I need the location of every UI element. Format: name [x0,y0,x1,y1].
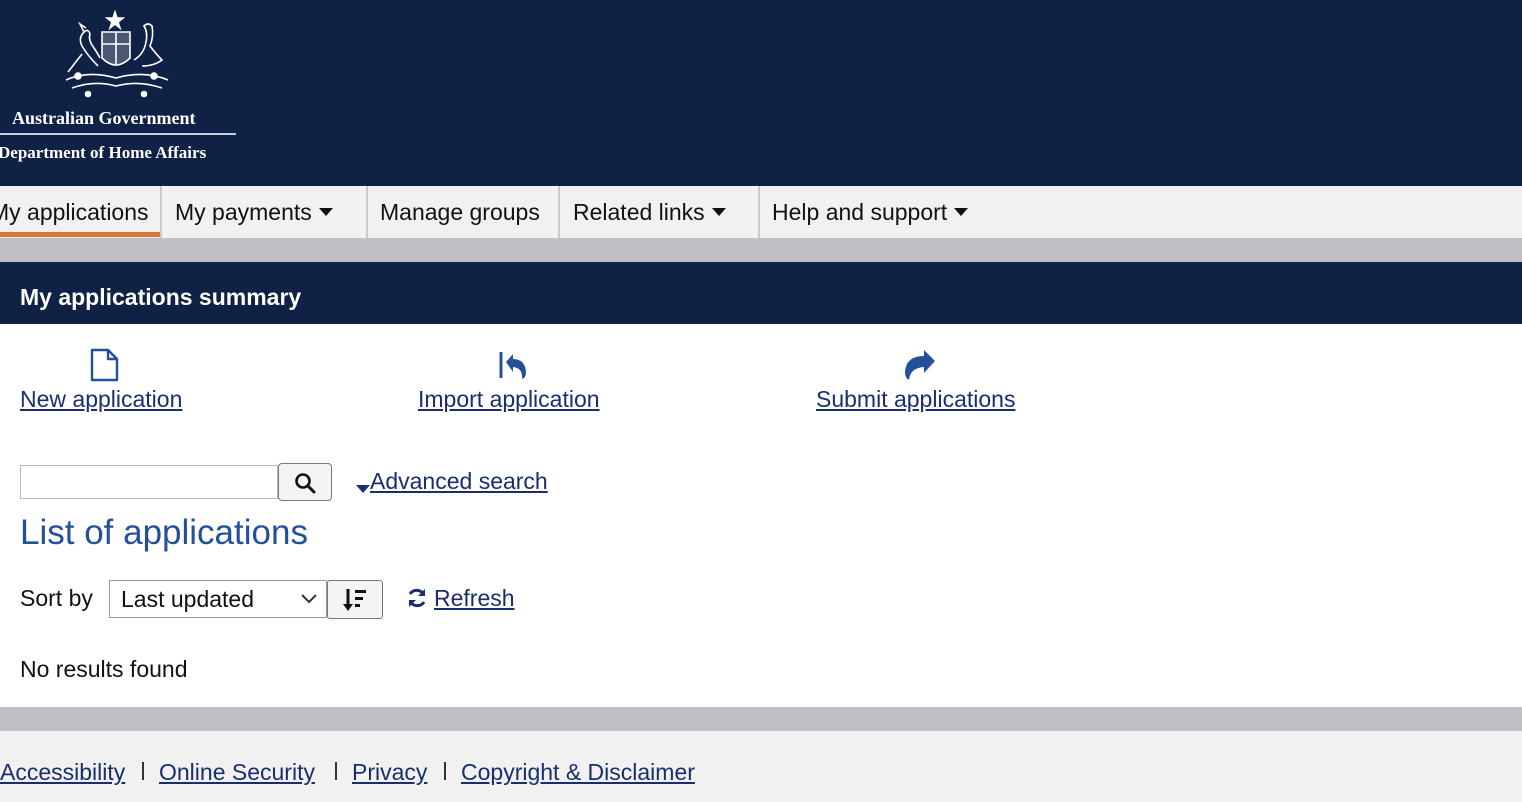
footer-divider [335,762,337,780]
caret-down-icon[interactable] [356,485,370,493]
caret-down-icon [711,208,726,217]
sort-select[interactable]: Last updated [109,580,327,618]
search-icon [295,473,316,494]
coat-of-arms-icon [65,10,169,98]
advanced-search-link[interactable]: Advanced search [370,468,548,495]
summary-title: My applications summary [20,284,302,310]
new-document-icon[interactable] [89,348,121,382]
nav-item-label: Related links [573,199,705,225]
nav-item-related-links[interactable]: Related links [560,186,758,238]
submit-applications-link[interactable]: Submit applications [816,386,1015,413]
nav-item-my-payments[interactable]: My payments [162,186,366,238]
sort-order-button[interactable] [327,580,383,619]
chevron-down-icon [301,594,317,604]
footer-link-privacy[interactable]: Privacy [352,759,427,786]
nav-item-my-applications[interactable]: My applications [0,186,160,238]
list-title: List of applications [20,513,308,552]
search-input[interactable] [20,465,278,499]
site-header: Australian Government Department of Home… [0,0,1522,186]
department-name: Department of Home Affairs [0,143,207,162]
main-nav: My applications My payments Manage group… [0,186,1522,238]
sort-select-value: Last updated [121,586,255,612]
refresh-icon[interactable] [406,587,428,609]
footer-link-online-security[interactable]: Online Security [159,759,315,786]
nav-item-label: Help and support [772,199,948,225]
sort-label: Sort by [20,585,93,611]
footer-separator-band [0,707,1522,731]
government-name: Australian Government [12,108,196,128]
footer-link-copyright-disclaimer[interactable]: Copyright & Disclaimer [461,759,695,786]
nav-item-label: My applications [0,199,149,225]
footer-divider [142,762,144,780]
import-arrow-icon[interactable] [496,348,528,382]
search-button[interactable] [278,463,332,501]
submit-arrow-icon[interactable] [903,348,935,382]
refresh-link[interactable]: Refresh [434,585,515,612]
nav-item-label: Manage groups [380,199,540,225]
nav-item-label: My payments [175,199,312,225]
nav-item-manage-groups[interactable]: Manage groups [368,186,558,238]
nav-separator-band [0,238,1522,262]
empty-state-message: No results found [20,656,188,682]
import-application-link[interactable]: Import application [418,386,600,413]
nav-active-indicator [0,232,160,237]
footer-link-accessibility[interactable]: Accessibility [0,759,125,786]
nav-item-help-and-support[interactable]: Help and support [760,186,1000,238]
new-application-link[interactable]: New application [20,386,182,413]
logo-divider [0,133,236,135]
sort-descending-icon [343,589,366,611]
caret-down-icon [318,208,333,217]
footer-divider [444,762,446,780]
government-logo[interactable]: Australian Government Department of Home… [0,8,240,168]
caret-down-icon [954,208,969,217]
